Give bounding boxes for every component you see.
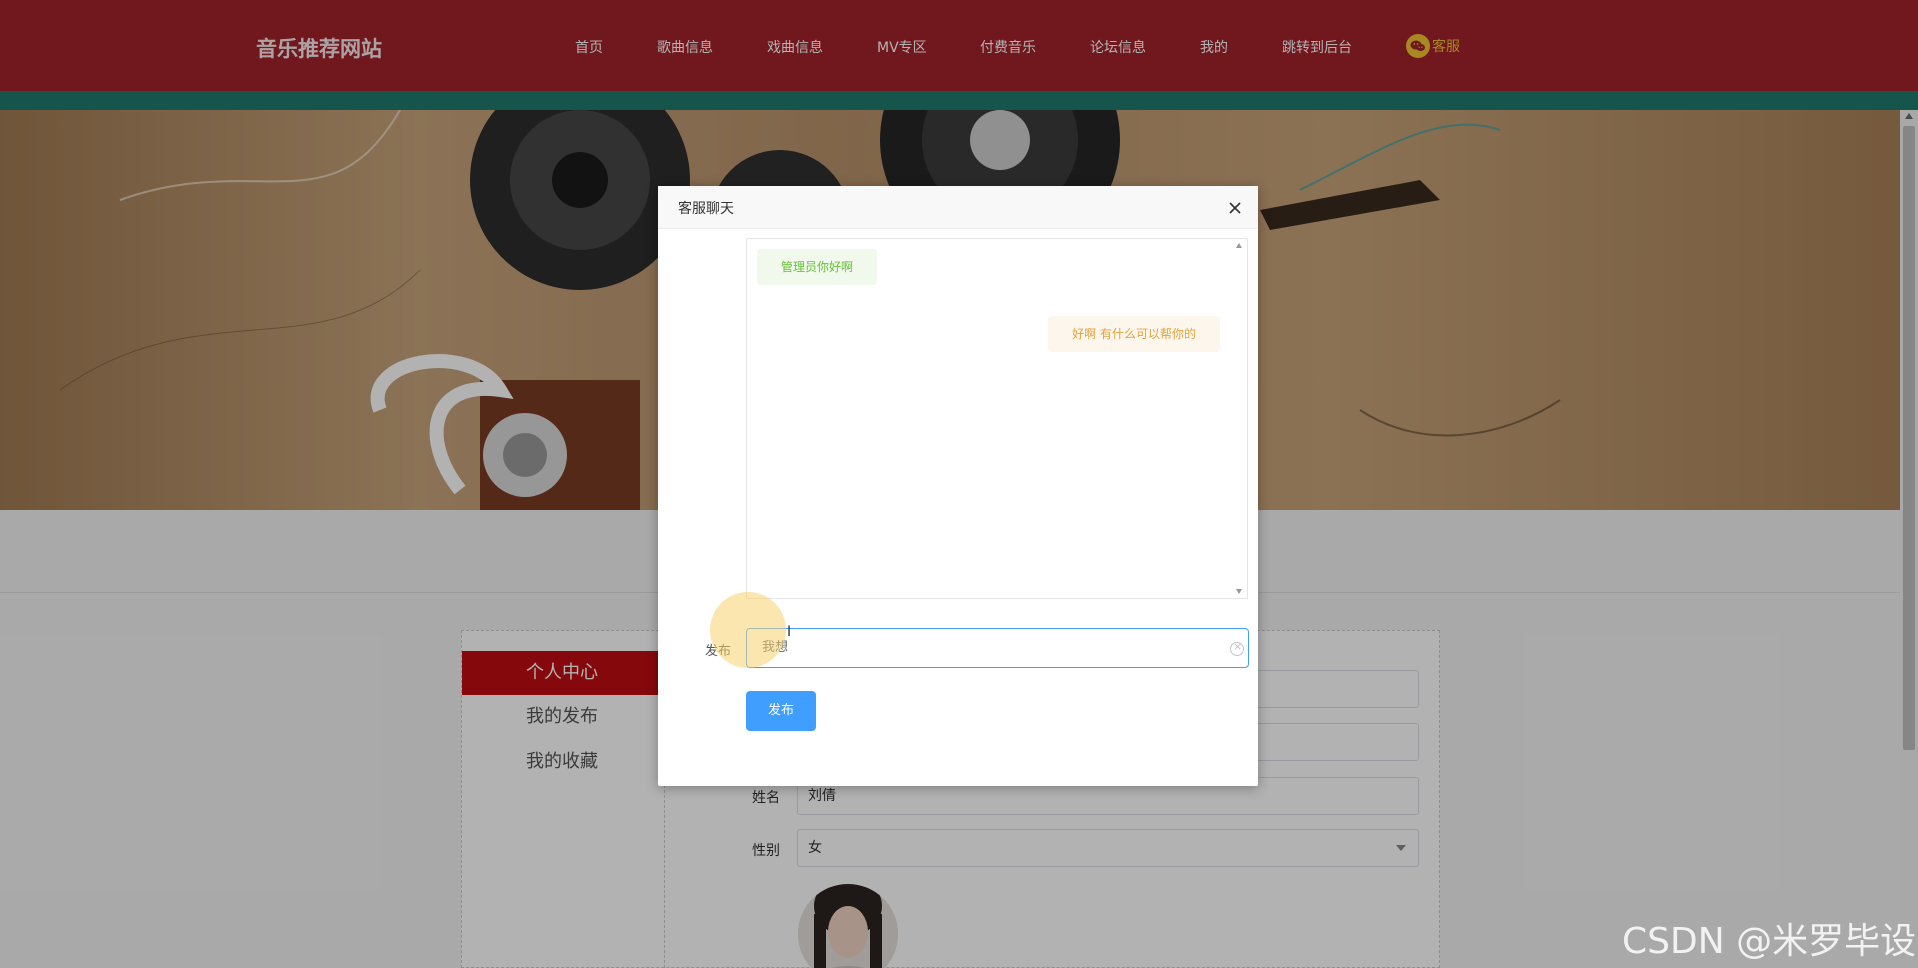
clear-input-icon[interactable] [1230,640,1244,656]
scroll-up-icon[interactable] [1236,243,1242,248]
customer-service-chat-dialog: 客服聊天 管理员你好啊 好啊 有什么可以帮你的 发布 我想 发布 [658,186,1258,786]
chat-message-admin: 好啊 有什么可以帮你的 [1048,316,1220,352]
click-highlight [710,592,786,668]
text-cursor-icon: I [787,624,792,640]
scroll-down-icon[interactable] [1236,589,1242,594]
chat-message-list[interactable]: 管理员你好啊 好啊 有什么可以帮你的 [746,238,1248,599]
publish-button[interactable]: 发布 [746,691,816,731]
dialog-title: 客服聊天 [678,201,734,217]
close-icon[interactable] [1227,200,1243,216]
dialog-header: 客服聊天 [658,186,1258,229]
message-input[interactable]: 我想 [746,628,1249,668]
chat-message-user: 管理员你好啊 [757,249,878,285]
watermark: CSDN @米罗毕设 [1622,921,1917,962]
